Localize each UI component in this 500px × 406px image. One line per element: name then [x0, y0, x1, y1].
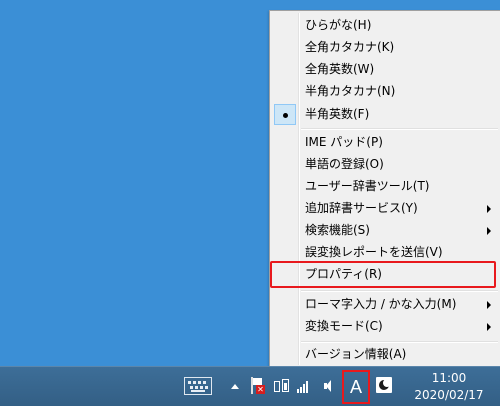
check-area: [274, 176, 296, 197]
menu-item-label: 全角カタカナ(K): [305, 40, 395, 54]
menu-item-label: 誤変換レポートを送信(V): [305, 245, 443, 259]
menu-item-label: 半角カタカナ(N): [305, 84, 396, 98]
submenu-arrow-icon: [487, 227, 491, 235]
menu-item-label: 検索機能(S): [305, 223, 370, 237]
check-area: [274, 294, 296, 315]
check-area: [274, 344, 296, 365]
menu-item-ime-pad[interactable]: IME パッド(P): [272, 132, 500, 153]
ime-mode-indicator-button[interactable]: A: [342, 370, 370, 404]
menu-separator: [301, 341, 498, 343]
menu-item-label: 半角英数(F): [305, 107, 370, 121]
check-area: [274, 198, 296, 219]
menu-item-additional-dictionary[interactable]: 追加辞書サービス(Y): [272, 198, 500, 219]
submenu-arrow-icon: [487, 205, 491, 213]
radio-dot-icon: [283, 113, 288, 118]
check-area: [274, 37, 296, 58]
menu-item-search-function[interactable]: 検索機能(S): [272, 220, 500, 241]
touch-keyboard-icon[interactable]: [184, 377, 212, 395]
menu-item-version-info[interactable]: バージョン情報(A): [272, 344, 500, 365]
menu-item-label: ローマ字入力 / かな入力(M): [305, 297, 457, 311]
check-area: [274, 59, 296, 80]
clock-time: 11:00: [431, 371, 467, 385]
menu-separator: [301, 128, 498, 130]
power-battery-icon[interactable]: [274, 378, 290, 394]
menu-item-label: バージョン情報(A): [305, 347, 407, 361]
menu-item-user-dictionary-tool[interactable]: ユーザー辞書ツール(T): [272, 176, 500, 197]
menu-item-label: 単語の登録(O): [305, 157, 384, 171]
taskbar-clock[interactable]: 11:00 2020/02/17: [402, 370, 496, 404]
properties-highlight-annotation: [270, 261, 496, 288]
show-hidden-icons-chevron-icon[interactable]: [231, 384, 239, 389]
check-area: [274, 15, 296, 36]
menu-item-label: ひらがな(H): [305, 18, 372, 32]
radio-check-area: [274, 104, 296, 125]
menu-item-send-error-report[interactable]: 誤変換レポートを送信(V): [272, 242, 500, 263]
menu-item-romaji-kana-input[interactable]: ローマ字入力 / かな入力(M): [272, 294, 500, 315]
menu-item-register-word[interactable]: 単語の登録(O): [272, 154, 500, 175]
check-area: [274, 242, 296, 263]
menu-item-label: 変換モード(C): [305, 319, 383, 333]
volume-speaker-icon[interactable]: [322, 379, 334, 393]
check-area: [274, 132, 296, 153]
ime-context-menu: ひらがな(H) 全角カタカナ(K) 全角英数(W) 半角カタカナ(N) 半角英数…: [269, 10, 500, 368]
menu-item-fullwidth-alphanumeric[interactable]: 全角英数(W): [272, 59, 500, 80]
menu-item-label: 追加辞書サービス(Y): [305, 201, 418, 215]
menu-item-label: ユーザー辞書ツール(T): [305, 179, 430, 193]
menu-separator: [301, 290, 498, 292]
menu-item-conversion-mode[interactable]: 変換モード(C): [272, 316, 500, 337]
check-area: [274, 316, 296, 337]
action-center-flag-icon[interactable]: ✕: [249, 377, 265, 395]
check-area: [274, 154, 296, 175]
check-area: [274, 220, 296, 241]
network-signal-icon[interactable]: [297, 379, 311, 393]
menu-item-hiragana[interactable]: ひらがな(H): [272, 15, 500, 36]
menu-item-fullwidth-katakana[interactable]: 全角カタカナ(K): [272, 37, 500, 58]
menu-item-halfwidth-katakana[interactable]: 半角カタカナ(N): [272, 81, 500, 102]
submenu-arrow-icon: [487, 301, 491, 309]
menu-item-label: IME パッド(P): [305, 135, 383, 149]
clock-date: 2020/02/17: [414, 388, 484, 402]
check-area: [274, 81, 296, 102]
menu-item-halfwidth-alphanumeric[interactable]: 半角英数(F): [272, 104, 500, 125]
submenu-arrow-icon: [487, 323, 491, 331]
menu-item-label: 全角英数(W): [305, 62, 375, 76]
taskbar: ✕ A 11:00 2020/02/17: [0, 366, 500, 406]
ime-input-method-icon[interactable]: [376, 377, 392, 393]
